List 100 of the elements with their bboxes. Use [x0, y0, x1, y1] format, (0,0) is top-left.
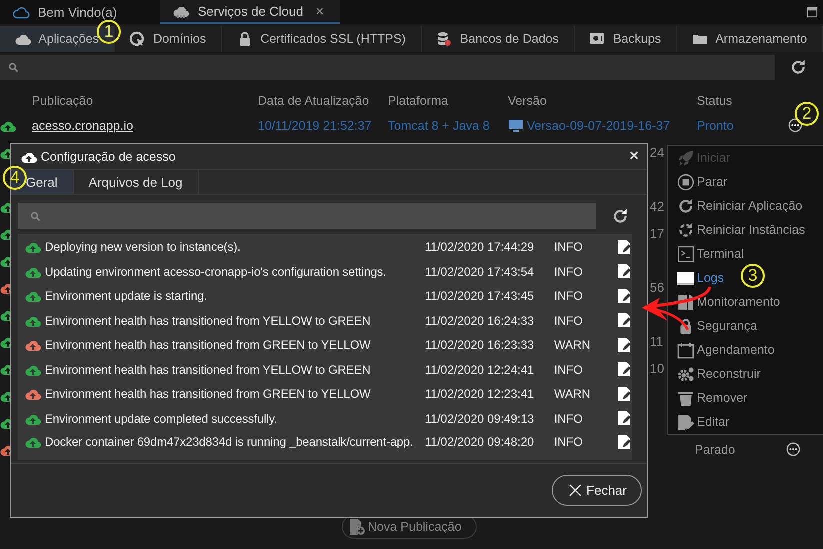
annotation-marker: 1 — [97, 20, 121, 44]
log-date: 11/02/2020 16:24:33 — [425, 314, 536, 328]
column-header: Versão — [508, 94, 548, 108]
column-header: Publicação — [32, 94, 94, 108]
log-level: INFO — [554, 314, 584, 328]
more-icon[interactable] — [786, 442, 801, 457]
menu-item[interactable]: Reiniciar Aplicação — [668, 194, 803, 218]
menu-item[interactable]: Reiniciar Instâncias — [668, 218, 806, 242]
menu-item[interactable]: Agendamento — [668, 338, 775, 362]
refresh-icon — [677, 198, 695, 214]
log-message: Environment update completed successfully. — [45, 412, 278, 426]
edit-document-icon[interactable] — [616, 410, 632, 428]
log-level: INFO — [554, 264, 584, 279]
log-message: Environment health has transitioned from YELLOW to GREEN — [45, 314, 372, 328]
tab-label: Aplicações — [38, 32, 100, 46]
log-date: 11/02/2020 17:43:45 — [425, 289, 536, 304]
edit-document-icon[interactable] — [616, 263, 632, 280]
log-message: Environment update is starting. — [45, 289, 208, 304]
safe-icon — [589, 31, 606, 47]
close-icon — [568, 484, 582, 497]
dialog-title: Configuração de acesso — [41, 150, 176, 164]
tab-label: Bem Vindo(a) — [38, 4, 118, 20]
log-level: INFO — [554, 289, 584, 304]
stop-icon — [677, 174, 695, 190]
table-cell: 10 — [650, 361, 664, 376]
calendar-icon — [677, 342, 695, 358]
tab-label: Domínios — [153, 32, 206, 46]
log-level: WARN — [554, 387, 592, 402]
table-cell: 42 — [650, 199, 664, 214]
tab-label: Armazenamento — [716, 32, 808, 46]
database-icon — [436, 31, 452, 47]
log-message: Environment health has transitioned from GREEN to YELLOW — [45, 387, 372, 402]
rocket-icon — [677, 150, 695, 166]
window-icon[interactable] — [807, 6, 818, 18]
annotation-marker: 3 — [741, 264, 765, 288]
close-icon[interactable]: × — [630, 148, 639, 166]
more-icon[interactable] — [788, 118, 803, 133]
service-tab[interactable]: Bancos de Dados — [422, 26, 575, 52]
log-message: Environment health has transitioned from YELLOW to GREEN — [45, 362, 372, 377]
tab-label: Bancos de Dados — [460, 32, 559, 46]
log-date: 11/02/2020 17:43:54 — [425, 264, 536, 279]
menu-item[interactable]: Monitoramento — [668, 290, 780, 314]
gears-icon — [677, 366, 695, 382]
edit-document-icon[interactable] — [616, 312, 632, 330]
search-field[interactable] — [0, 55, 775, 80]
log-date: 11/02/2020 12:23:41 — [425, 387, 536, 402]
monitor-icon — [508, 118, 524, 132]
menu-item[interactable]: Logs — [668, 266, 724, 290]
close-icon[interactable]: × — [312, 3, 328, 19]
status-text: Parado — [695, 442, 736, 456]
search-icon — [8, 62, 19, 73]
column-header: Data de Atualização — [258, 94, 370, 108]
edit-document-icon[interactable] — [616, 434, 632, 450]
service-tab[interactable]: Domínios — [114, 26, 222, 52]
menu-item[interactable]: Reconstruir — [668, 362, 761, 386]
table-cell: Versao-09-07-2019-16-37 — [527, 118, 670, 132]
tab-label: Serviços de Cloud — [198, 4, 304, 18]
search-field[interactable] — [18, 203, 596, 229]
column-header: Status — [697, 94, 734, 108]
service-tab[interactable]: Armazenamento — [676, 26, 823, 52]
menu-item[interactable]: Remover — [668, 386, 748, 410]
refresh-icon[interactable] — [612, 208, 629, 224]
tab-label: Backups — [613, 32, 662, 46]
table-cell-text: Tomcat 8 + Java 8 — [388, 118, 491, 132]
log-level: INFO — [554, 412, 584, 426]
edit-document-icon[interactable] — [616, 238, 632, 256]
log-level: WARN — [554, 338, 592, 352]
edit-document-icon[interactable] — [616, 361, 632, 378]
edit-document-icon[interactable] — [616, 336, 632, 354]
publication-link[interactable]: acesso.cronapp.io — [32, 118, 258, 132]
globe-icon — [129, 31, 146, 47]
log-level: INFO — [554, 435, 584, 449]
log-message: Updating environment acesso-cronapp-io's configuration settings. — [45, 264, 388, 279]
screen-icon — [677, 270, 695, 286]
log-message: Deploying new version to instance(s). — [45, 240, 242, 254]
menu-item[interactable]: Editar — [668, 410, 730, 434]
service-tab[interactable]: Backups — [574, 26, 677, 52]
table-cell-text: 10/11/2019 21:52:37 — [258, 118, 373, 132]
tab-label: Certificados SSL (HTTPS) — [260, 32, 406, 46]
log-date: 11/02/2020 09:48:20 — [425, 435, 536, 449]
service-tab[interactable]: Certificados SSL (HTTPS) — [222, 26, 422, 52]
log-date: 11/02/2020 12:24:41 — [425, 362, 536, 377]
annotation-marker: 2 — [795, 102, 819, 126]
log-date: 11/02/2020 09:49:13 — [425, 412, 536, 426]
status-text: Pronto — [697, 118, 735, 132]
edit-document-icon[interactable] — [616, 288, 632, 305]
menu-item[interactable]: Segurança — [668, 314, 758, 338]
menu-item[interactable]: Parar — [668, 170, 728, 194]
refresh-icon[interactable] — [790, 59, 807, 76]
edit-document-icon[interactable] — [616, 386, 632, 403]
table-cell: 11 — [650, 334, 664, 349]
window-tab[interactable]: Serviços de Cloud × — [160, 0, 340, 24]
log-message: Docker container 69dm47x23d834d is running _beanstalk/current-app. — [45, 435, 414, 449]
log-message: Environment health has transitioned from GREEN to YELLOW — [45, 338, 372, 352]
close-button[interactable]: Fechar — [552, 475, 642, 506]
tab[interactable]: Arquivos de Log — [74, 170, 199, 194]
table-cell: 17 — [650, 226, 664, 241]
search-icon — [30, 210, 41, 222]
menu-item[interactable]: Terminal — [668, 242, 744, 266]
trash-icon — [677, 390, 695, 406]
